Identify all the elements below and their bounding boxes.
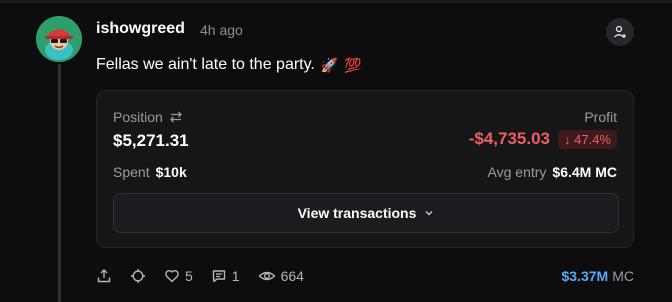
comment-count: 1	[231, 268, 240, 284]
add-user-icon	[614, 25, 626, 38]
avg-entry-value: $6.4M MC	[552, 164, 617, 180]
hundred-emoji: 💯	[344, 56, 362, 73]
rocket-emoji: 🚀	[320, 56, 339, 73]
view-transactions-button[interactable]: View transactions	[113, 193, 619, 233]
profit-percent-badge: ↓ 47.4%	[558, 129, 617, 149]
market-cap-unit: MC	[612, 268, 634, 284]
crosshair-icon	[131, 269, 145, 283]
avg-entry-label: Avg entry	[487, 164, 547, 180]
position-label-row: Position	[113, 109, 183, 125]
avatar[interactable]	[36, 16, 82, 62]
position-label: Position	[113, 109, 163, 125]
post-text-content: Fellas we ain't late to the party.	[96, 56, 315, 73]
post-time: 4h ago	[200, 22, 243, 38]
spent-label: Spent	[113, 164, 150, 180]
spent-row: Spent $10k	[113, 164, 187, 180]
position-value: $5,271.31	[113, 131, 189, 150]
avg-entry-row: Avg entry $6.4M MC	[488, 164, 617, 180]
like-count: 5	[185, 268, 193, 284]
avatar-image	[36, 16, 82, 62]
comment-button[interactable]: 1	[211, 268, 240, 284]
share-icon	[97, 269, 111, 283]
spent-value: $10k	[155, 164, 187, 180]
market-cap[interactable]: $3.37M MC	[562, 268, 634, 284]
comment-icon	[212, 270, 225, 283]
thread-line	[58, 64, 61, 302]
profit-value: -$4,735.03	[468, 129, 551, 148]
eye-icon	[258, 271, 276, 281]
top-divider	[0, 0, 672, 3]
swap-icon[interactable]	[169, 111, 183, 123]
view-count: 664	[280, 268, 304, 284]
chevron-down-icon	[425, 211, 433, 216]
profit-label: Profit	[584, 109, 617, 125]
post-actions: 5 1 664	[96, 268, 322, 284]
like-button[interactable]: 5	[164, 268, 193, 284]
view-transactions-label: View transactions	[297, 205, 417, 221]
market-cap-value: $3.37M	[561, 268, 609, 284]
heart-icon	[165, 269, 179, 283]
profit-row: -$4,735.03 ↓ 47.4%	[469, 129, 617, 149]
target-button[interactable]	[130, 268, 146, 284]
share-button[interactable]	[96, 268, 112, 284]
follow-button[interactable]	[606, 18, 634, 46]
views-indicator: 664	[258, 268, 304, 284]
username[interactable]: ishowgreed	[96, 20, 185, 38]
post-text: Fellas we ain't late to the party. 🚀 💯	[96, 56, 362, 74]
position-card: Position $5,271.31 Profit -$4,735.03 ↓ 4…	[96, 90, 634, 248]
